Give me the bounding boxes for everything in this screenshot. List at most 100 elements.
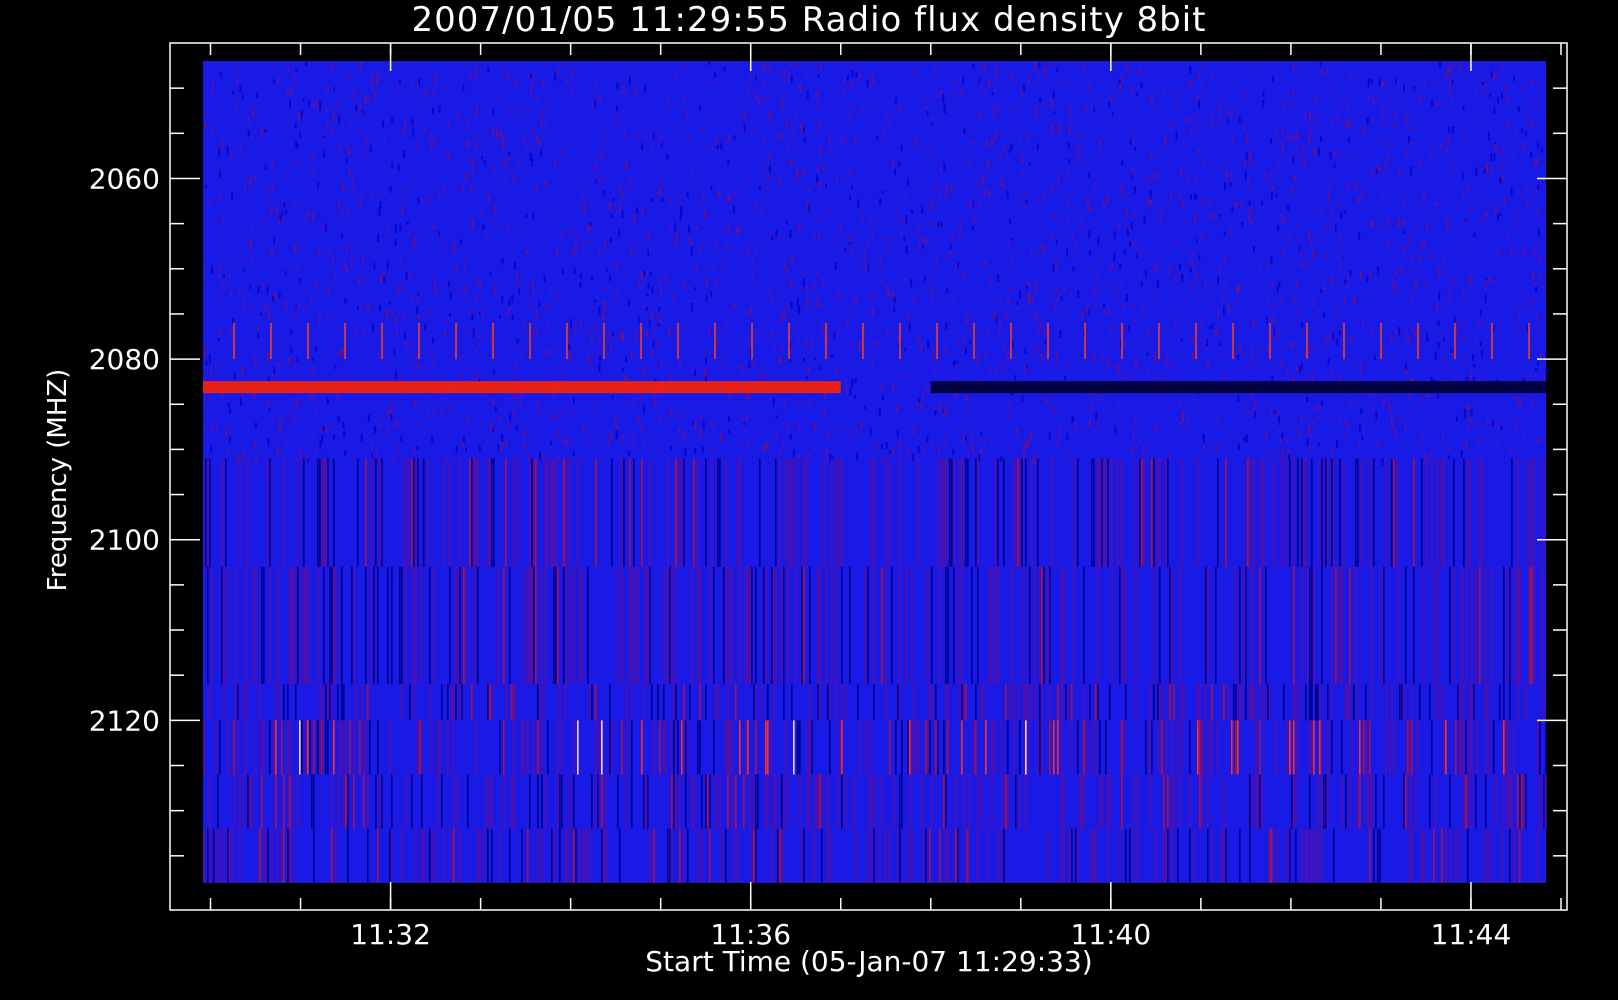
noise-cell xyxy=(564,61,567,67)
noise-cell xyxy=(1436,202,1439,206)
noise-cell xyxy=(444,148,447,154)
stripe xyxy=(491,774,493,829)
stripe xyxy=(1007,774,1009,829)
noise-cell xyxy=(1158,66,1161,70)
stripe xyxy=(961,684,963,721)
stripe xyxy=(1471,720,1473,775)
stripe xyxy=(831,458,833,567)
noise-cell xyxy=(708,328,711,336)
stripe xyxy=(1355,458,1357,567)
stripe xyxy=(319,720,321,775)
noise-cell xyxy=(1391,276,1394,284)
stripe xyxy=(939,828,941,883)
noise-cell xyxy=(394,239,397,246)
noise-cell xyxy=(1448,126,1451,133)
stripe xyxy=(527,828,529,883)
stripe xyxy=(1109,684,1111,721)
noise-cell xyxy=(1086,197,1089,206)
stripe xyxy=(1251,774,1253,829)
stripe xyxy=(745,720,747,775)
noise-cell xyxy=(379,200,382,209)
noise-cell xyxy=(1054,441,1057,445)
noise-cell xyxy=(416,306,419,315)
noise-cell xyxy=(1201,198,1204,207)
noise-cell xyxy=(1009,286,1012,292)
noise-cell xyxy=(1402,230,1405,234)
noise-cell xyxy=(1303,260,1306,267)
stripe xyxy=(271,828,273,883)
stripe xyxy=(765,774,767,829)
stripe xyxy=(1251,566,1253,685)
noise-cell xyxy=(1054,213,1057,219)
stripe xyxy=(559,774,561,829)
noise-cell xyxy=(1392,283,1395,289)
stripe xyxy=(1019,774,1021,829)
noise-cell xyxy=(1258,69,1261,75)
stripe xyxy=(561,774,563,829)
noise-cell xyxy=(1449,77,1452,86)
noise-cell xyxy=(402,199,405,203)
stripe xyxy=(859,720,861,775)
noise-cell xyxy=(602,153,605,159)
noise-cell xyxy=(872,360,875,369)
stripe xyxy=(1189,774,1191,829)
noise-cell xyxy=(677,140,680,147)
stripe xyxy=(1153,684,1155,721)
noise-cell xyxy=(447,153,450,162)
noise-cell xyxy=(1476,421,1479,426)
noise-cell xyxy=(1332,447,1335,454)
noise-cell xyxy=(850,386,853,390)
stripe xyxy=(351,566,353,685)
noise-cell xyxy=(1521,194,1524,201)
stripe xyxy=(927,566,929,685)
noise-cell xyxy=(1039,97,1042,103)
noise-cell xyxy=(1145,343,1148,348)
noise-cell xyxy=(1119,263,1122,270)
noise-cell xyxy=(366,306,369,312)
noise-cell xyxy=(466,119,469,125)
noise-cell xyxy=(881,190,884,194)
noise-cell xyxy=(747,173,750,180)
noise-cell xyxy=(814,421,817,431)
stripe xyxy=(317,566,319,685)
noise-cell xyxy=(1065,79,1068,85)
stripe xyxy=(869,774,871,829)
stripe xyxy=(401,828,403,883)
stripe xyxy=(945,458,947,567)
noise-cell xyxy=(1153,263,1156,271)
noise-cell xyxy=(1278,161,1281,167)
noise-cell xyxy=(1497,213,1500,221)
noise-cell xyxy=(841,426,844,433)
noise-cell xyxy=(1014,375,1017,381)
stripe xyxy=(947,684,949,721)
noise-cell xyxy=(293,203,296,210)
stripe xyxy=(1141,458,1143,567)
noise-cell xyxy=(1522,141,1525,150)
noise-cell xyxy=(699,244,702,252)
stripe xyxy=(1097,458,1099,567)
noise-cell xyxy=(1516,210,1519,216)
noise-cell xyxy=(1486,163,1489,173)
stripe xyxy=(1049,566,1051,685)
stripe xyxy=(873,458,875,567)
noise-cell xyxy=(406,221,409,225)
stripe xyxy=(1199,774,1201,829)
stripe xyxy=(671,828,673,883)
noise-cell xyxy=(1500,163,1503,170)
noise-cell xyxy=(322,135,325,140)
stripe xyxy=(573,774,575,829)
stripe xyxy=(725,720,727,775)
stripe xyxy=(327,720,329,775)
stripe xyxy=(1453,566,1455,685)
stripe xyxy=(1381,566,1383,685)
stripe xyxy=(617,774,619,829)
noise-cell xyxy=(1403,218,1406,227)
noise-cell xyxy=(1025,441,1028,450)
noise-cell xyxy=(1295,145,1298,151)
stripe xyxy=(313,828,315,883)
noise-cell xyxy=(873,342,876,347)
noise-cell xyxy=(498,315,501,319)
noise-cell xyxy=(1056,67,1059,73)
noise-cell xyxy=(666,98,669,106)
stripe xyxy=(853,774,855,829)
